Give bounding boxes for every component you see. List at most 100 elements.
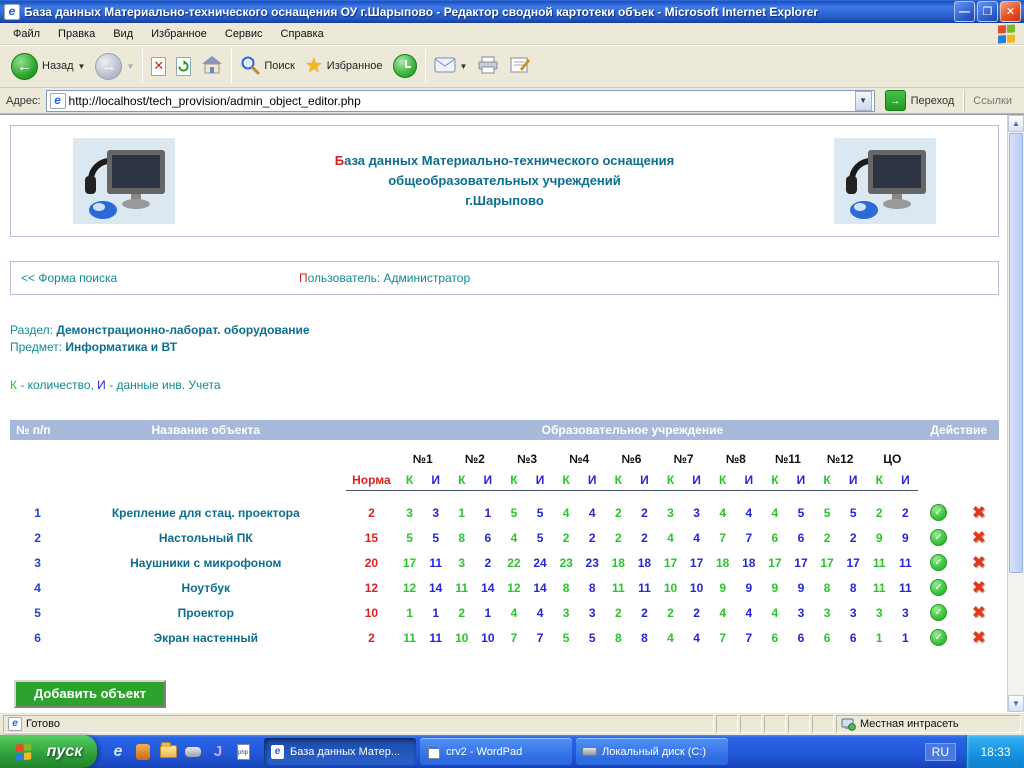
k-value: 9 (866, 525, 892, 550)
spacer (10, 490, 346, 500)
confirm-icon[interactable]: ✓ (930, 604, 947, 621)
start-button[interactable]: пуск (0, 735, 97, 768)
address-input[interactable]: e http://localhost/tech_provision/admin_… (46, 90, 875, 112)
i-value: 2 (475, 550, 501, 575)
search-form-link[interactable]: << Форма поиска (21, 271, 299, 285)
row-number: 5 (10, 600, 65, 625)
menu-help[interactable]: Справка (272, 25, 333, 43)
k-value: 17 (397, 550, 423, 575)
print-button[interactable] (472, 54, 504, 79)
back-dropdown-icon[interactable]: ▼ (78, 62, 86, 71)
go-button[interactable]: → Переход (880, 90, 960, 111)
quicklaunch-device-icon[interactable] (184, 743, 202, 761)
i-value: 14 (475, 575, 501, 600)
windows-logo-icon (998, 24, 1016, 43)
i-header: И (423, 470, 449, 490)
mail-button[interactable]: ▼ (429, 55, 473, 78)
search-icon (240, 55, 260, 78)
table-header-band: № п/п Название объекта Образовательное у… (10, 420, 999, 440)
table-row: 5Проектор1011214433222244433333✓✖ (10, 600, 999, 625)
k-value: 2 (449, 600, 475, 625)
k-value: 18 (710, 550, 736, 575)
delete-icon[interactable]: ✖ (972, 628, 986, 647)
forward-button[interactable]: → ▼ (90, 51, 139, 82)
school-header: №11 (762, 440, 814, 470)
i-value: 11 (423, 550, 449, 575)
object-name-link[interactable]: Ноутбук (65, 575, 346, 600)
delete-icon[interactable]: ✖ (972, 528, 986, 547)
back-button[interactable]: ← Назад ▼ (6, 51, 90, 82)
disk-icon (582, 747, 597, 756)
spacer (918, 490, 999, 500)
menu-tools[interactable]: Сервис (216, 25, 272, 43)
delete-icon[interactable]: ✖ (972, 603, 986, 622)
quicklaunch-php-icon[interactable]: php (234, 743, 252, 761)
object-name-link[interactable]: Проектор (65, 600, 346, 625)
confirm-icon[interactable]: ✓ (930, 629, 947, 646)
k-header: К (397, 470, 423, 490)
links-toolbar[interactable]: Ссылки (964, 90, 1022, 112)
i-value: 5 (527, 500, 553, 525)
k-value: 5 (814, 500, 840, 525)
object-name-link[interactable]: Настольный ПК (65, 525, 346, 550)
i-value: 14 (527, 575, 553, 600)
k-value: 4 (501, 600, 527, 625)
back-label: Назад (42, 60, 74, 72)
history-button[interactable] (388, 52, 422, 80)
close-button[interactable]: ✕ (1000, 1, 1021, 22)
action-delete-cell: ✖ (959, 525, 999, 550)
i-value: 11 (423, 625, 449, 650)
quicklaunch-j-icon[interactable]: J (209, 743, 227, 761)
scroll-up-icon[interactable]: ▲ (1008, 115, 1024, 132)
page-scrollbar[interactable]: ▲ ▼ (1007, 115, 1024, 712)
k-value: 11 (397, 625, 423, 650)
edit-button[interactable] (504, 54, 536, 79)
confirm-icon[interactable]: ✓ (930, 579, 947, 596)
menu-view[interactable]: Вид (104, 25, 142, 43)
address-dropdown-icon[interactable]: ▼ (855, 91, 872, 111)
address-url[interactable]: http://localhost/tech_provision/admin_ob… (69, 94, 855, 108)
scroll-down-icon[interactable]: ▼ (1008, 695, 1024, 712)
i-value: 5 (788, 500, 814, 525)
taskbar-button-wordpad[interactable]: crv2 - WordPad (420, 738, 572, 765)
scroll-thumb[interactable] (1009, 133, 1023, 573)
table-row: 2Настольный ПК1555864522224477662299✓✖ (10, 525, 999, 550)
k-value: 2 (605, 500, 631, 525)
object-name-link[interactable]: Крепление для стац. проектора (65, 500, 346, 525)
object-name-link[interactable]: Наушники с микрофоном (65, 550, 346, 575)
restore-button[interactable]: ❐ (977, 1, 998, 22)
menu-file[interactable]: Файл (4, 25, 49, 43)
search-button[interactable]: Поиск (235, 53, 299, 80)
confirm-icon[interactable]: ✓ (930, 504, 947, 521)
delete-icon[interactable]: ✖ (972, 503, 986, 522)
i-value: 8 (579, 575, 605, 600)
home-button[interactable] (196, 53, 228, 80)
col-header-num: № п/п (10, 420, 65, 440)
taskbar-button-disk[interactable]: Локальный диск (C:) (576, 738, 728, 765)
mail-dropdown-icon[interactable]: ▼ (460, 62, 468, 71)
i-header: И (840, 470, 866, 490)
school-header: №8 (710, 440, 762, 470)
k-value: 9 (762, 575, 788, 600)
favorites-button[interactable]: ★ Избранное (300, 54, 388, 78)
delete-icon[interactable]: ✖ (972, 578, 986, 597)
taskbar-button-ie[interactable]: e База данных Матер... (264, 738, 416, 765)
norm-header: Норма (346, 470, 396, 490)
menu-favorites[interactable]: Избранное (142, 25, 216, 43)
add-object-button[interactable]: Добавить объект (14, 680, 166, 708)
refresh-button[interactable] (171, 55, 196, 78)
i-value: 17 (840, 550, 866, 575)
quicklaunch-app-icon[interactable] (134, 743, 152, 761)
delete-icon[interactable]: ✖ (972, 553, 986, 572)
object-name-link[interactable]: Экран настенный (65, 625, 346, 650)
quicklaunch-folder-icon[interactable] (159, 743, 177, 761)
quicklaunch-ie-icon[interactable]: e (109, 743, 127, 761)
menu-edit[interactable]: Правка (49, 25, 104, 43)
language-indicator[interactable]: RU (925, 743, 956, 761)
stop-button[interactable]: ✕ (146, 55, 171, 78)
minimize-button[interactable]: — (954, 1, 975, 22)
k-value: 2 (605, 600, 631, 625)
confirm-icon[interactable]: ✓ (930, 529, 947, 546)
confirm-icon[interactable]: ✓ (930, 554, 947, 571)
i-header: И (475, 470, 501, 490)
